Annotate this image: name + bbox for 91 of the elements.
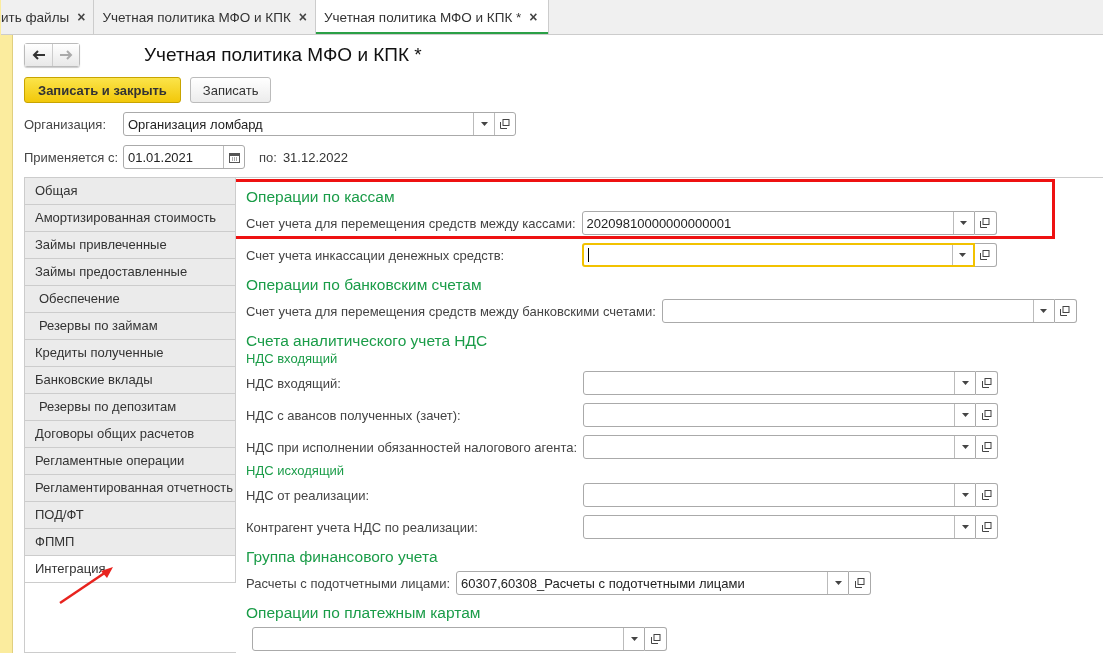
section-tab[interactable]: Займы предоставленные <box>24 258 236 285</box>
account-field[interactable] <box>583 403 977 427</box>
dropdown-icon[interactable] <box>960 221 968 225</box>
account-field[interactable] <box>583 435 977 459</box>
field-label: Счет учета для перемещения средств между банковскими счетами: <box>246 302 656 321</box>
open-icon <box>1060 306 1071 316</box>
field-label: НДС от реализации: <box>246 486 370 505</box>
field-label: НДС при исполнении обязанностей налогового агента: <box>246 438 578 457</box>
field-label: Счет учета инкассации денежных средств: <box>246 246 506 265</box>
open-button[interactable] <box>976 515 999 539</box>
save-button[interactable]: Записать <box>189 77 272 103</box>
open-icon <box>980 218 991 228</box>
field-label: Расчеты с подотчетными лицами: <box>246 574 451 593</box>
account-field[interactable] <box>661 299 1055 323</box>
section-tab[interactable]: Интеграция <box>24 555 236 582</box>
section-tab[interactable]: Регламентированная отчетность <box>24 474 236 501</box>
organization-field[interactable]: Организация ломбард <box>123 112 516 136</box>
close-icon[interactable]: × <box>529 9 538 25</box>
dropdown-icon[interactable] <box>959 253 967 257</box>
document-tab[interactable]: Учетная политика МФО и КПК * × <box>315 0 549 34</box>
dropdown-icon[interactable] <box>630 637 638 641</box>
open-icon[interactable] <box>500 119 510 129</box>
close-icon[interactable]: × <box>77 9 86 25</box>
field-label: по: <box>259 149 277 165</box>
open-button[interactable] <box>645 627 667 651</box>
open-icon <box>980 250 991 260</box>
section-tab[interactable]: Резервы по депозитам <box>24 393 236 420</box>
back-button[interactable] <box>25 44 52 66</box>
section-tab[interactable]: Банковские вклады <box>24 366 236 393</box>
open-icon <box>981 522 992 532</box>
field-label: Организация: <box>24 116 108 132</box>
dropdown-icon[interactable] <box>1040 309 1048 313</box>
open-button[interactable] <box>849 571 872 595</box>
open-button[interactable] <box>976 483 999 507</box>
account-field[interactable] <box>583 515 977 539</box>
section-heading: Операции по банковским счетам <box>246 275 483 295</box>
open-button[interactable] <box>976 435 999 459</box>
section-tab[interactable]: Регламентные операции <box>24 447 236 474</box>
field-label: НДС входящий: <box>246 374 342 393</box>
document-tab[interactable]: ить файлы × <box>1 0 95 34</box>
section-tab[interactable]: Договоры общих расчетов <box>24 420 236 447</box>
dropdown-icon[interactable] <box>961 381 969 385</box>
left-arrow-icon <box>31 50 46 60</box>
open-icon <box>981 442 992 452</box>
subsection-heading: НДС исходящий <box>246 463 346 479</box>
subsection-heading: НДС входящий <box>246 351 339 367</box>
dropdown-icon[interactable] <box>961 445 969 449</box>
account-field[interactable] <box>583 483 977 507</box>
field-label: Счет учета для перемещения средств между кассами: <box>246 214 576 233</box>
save-button[interactable]: Записать и закрыть <box>24 77 181 103</box>
account-field[interactable] <box>581 243 975 267</box>
field-label: НДС с авансов полученных (зачет): <box>246 406 462 425</box>
section-tab[interactable]: ПОД/ФТ <box>24 501 236 528</box>
section-tab[interactable]: Резервы по займам <box>24 312 236 339</box>
dropdown-icon[interactable] <box>834 581 842 585</box>
field-label: Применяется с: <box>24 149 120 165</box>
dropdown-icon[interactable] <box>961 493 969 497</box>
section-tab[interactable]: Общая <box>24 177 236 204</box>
dropdown-icon[interactable] <box>480 122 488 126</box>
section-tab[interactable]: Займы привлеченные <box>24 231 236 258</box>
section-tab[interactable]: Обеспечение <box>24 285 236 312</box>
section-heading: Счета аналитического учета НДС <box>246 331 489 351</box>
account-field[interactable] <box>252 627 645 651</box>
open-icon <box>981 490 992 500</box>
close-icon[interactable]: × <box>298 9 307 25</box>
account-field[interactable]: 20209810000000000001 <box>581 211 975 235</box>
open-icon <box>981 410 992 420</box>
open-icon <box>854 578 865 588</box>
open-button[interactable] <box>974 243 997 267</box>
date-field[interactable]: 01.01.2021 <box>123 145 245 169</box>
open-button[interactable] <box>1054 299 1077 323</box>
section-tab[interactable]: Амортизированная стоимость <box>24 204 236 231</box>
section-heading: Операции по кассам <box>246 187 396 207</box>
open-icon <box>981 378 992 388</box>
section-tab[interactable]: Кредиты полученные <box>24 339 236 366</box>
section-tab[interactable]: ФПМП <box>24 528 236 555</box>
dropdown-icon[interactable] <box>961 525 969 529</box>
form-title: Учетная политика МФО и КПК * <box>144 44 422 66</box>
section-heading: Операции по платежным картам <box>246 603 482 623</box>
end-date-text: 31.12.2022 <box>282 149 348 165</box>
field-label: Контрагент учета НДС по реализации: <box>246 518 479 537</box>
section-heading: Группа финансового учета <box>246 547 439 567</box>
right-arrow-icon <box>59 50 73 60</box>
dropdown-icon[interactable] <box>961 413 969 417</box>
account-field[interactable]: 60307,60308_Расчеты с подотчетными лицами <box>456 571 850 595</box>
account-field[interactable] <box>583 371 977 395</box>
open-button[interactable] <box>974 211 997 235</box>
open-icon <box>650 634 661 644</box>
document-tab[interactable]: Учетная политика МФО и КПК × <box>94 0 316 34</box>
open-button[interactable] <box>976 371 999 395</box>
open-button[interactable] <box>976 403 999 427</box>
